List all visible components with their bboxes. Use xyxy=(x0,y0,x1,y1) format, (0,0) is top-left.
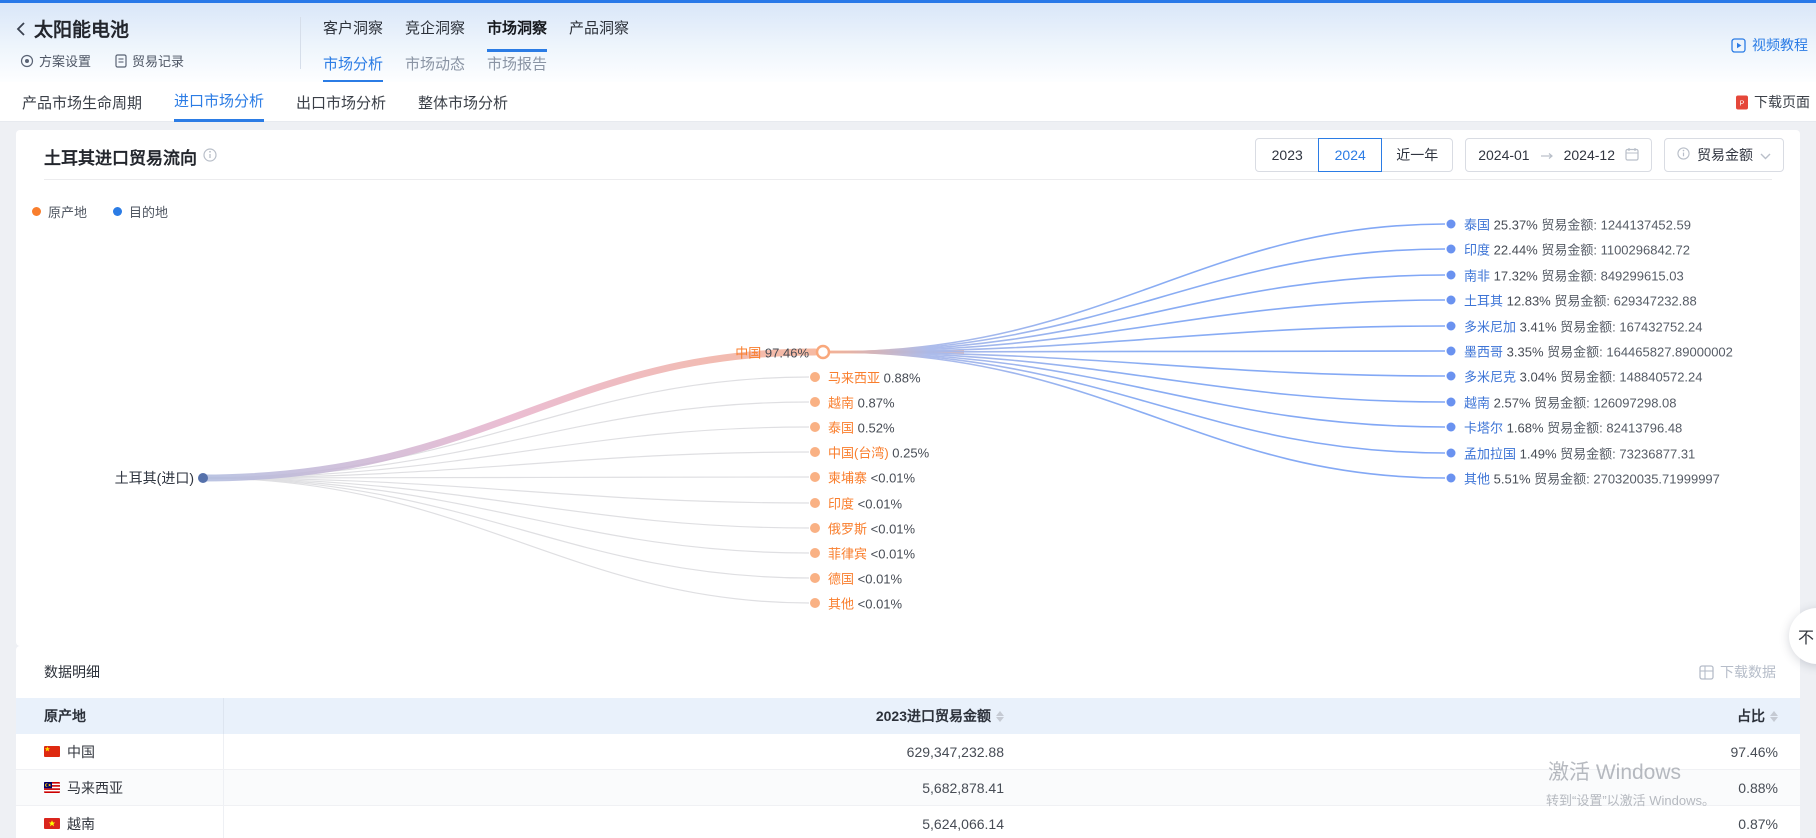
sort-icon[interactable] xyxy=(1770,711,1778,722)
row-country: 中国 xyxy=(67,742,95,762)
row-share: 0.87% xyxy=(1014,806,1800,838)
import-flow-card: 土耳其进口贸易流向 2023 2024 近一年 2024-01 2024-12 … xyxy=(16,130,1800,646)
flow-curves xyxy=(16,130,1800,646)
column-header-origin[interactable]: 原产地 xyxy=(16,698,224,734)
row-amount: 629,347,232.88 xyxy=(224,734,1014,769)
download-data-button[interactable]: 下载数据 xyxy=(1699,662,1776,682)
importer-label[interactable]: 土耳其(进口) xyxy=(115,468,194,488)
page-title: 太阳能电池 xyxy=(34,15,129,42)
destination-label[interactable]: 多米尼克 3.04% 贸易金额: 148840572.24 xyxy=(1464,367,1703,386)
column-header-share[interactable]: 占比 xyxy=(1014,698,1800,734)
origin-label[interactable]: 德国 <0.01% xyxy=(828,569,902,588)
destination-label[interactable]: 孟加拉国 1.49% 贸易金额: 73236877.31 xyxy=(1464,444,1695,463)
china-flow-band[interactable] xyxy=(203,352,815,478)
windows-activation-watermark-sub: 转到“设置”以激活 Windows。 xyxy=(1546,790,1715,809)
tab-product-insight[interactable]: 产品洞察 xyxy=(569,11,629,52)
origin-label[interactable]: 马来西亚 0.88% xyxy=(828,368,921,387)
header-divider xyxy=(300,17,301,69)
origin-nodes xyxy=(810,372,820,608)
sort-icon[interactable] xyxy=(996,711,1004,722)
row-country: 越南 xyxy=(67,814,95,834)
windows-activation-watermark: 激活 Windows xyxy=(1548,756,1681,786)
nav-import-market-analysis[interactable]: 进口市场分析 xyxy=(174,82,264,122)
play-video-icon xyxy=(1731,38,1746,53)
app-header: 太阳能电池 方案设置 贸易记录 客户洞察 竞企洞察 市场洞察 产品洞察 市场分析… xyxy=(0,3,1816,82)
pdf-file-icon: P xyxy=(1735,95,1749,110)
year-2024-button[interactable]: 2024 xyxy=(1318,138,1382,172)
destination-label[interactable]: 越南 2.57% 贸易金额: 126097298.08 xyxy=(1464,393,1677,412)
tab-competitor-insight[interactable]: 竞企洞察 xyxy=(405,11,465,52)
row-amount: 5,682,878.41 xyxy=(224,770,1014,805)
table-row[interactable]: 中国 629,347,232.88 97.46% xyxy=(16,734,1800,770)
importer-node[interactable] xyxy=(198,473,208,483)
origin-label[interactable]: 泰国 0.52% xyxy=(828,418,895,437)
nav-product-lifecycle[interactable]: 产品市场生命周期 xyxy=(22,82,142,122)
row-share: 97.46% xyxy=(1014,734,1800,769)
tab-market-dynamics[interactable]: 市场动态 xyxy=(405,53,465,83)
table-row[interactable]: 越南 5,624,066.14 0.87% xyxy=(16,806,1800,838)
destination-label[interactable]: 其他 5.51% 贸易金额: 270320035.71999997 xyxy=(1464,469,1720,488)
destination-label[interactable]: 南非 17.32% 贸易金额: 849299615.03 xyxy=(1464,266,1684,285)
section-nav: 产品市场生命周期 进口市场分析 出口市场分析 整体市场分析 P 下载页面 xyxy=(0,82,1816,122)
origin-label[interactable]: 印度 <0.01% xyxy=(828,494,902,513)
trade-flow-diagram: 土耳其(进口) 中国 97.46% 马来西亚 0.88% 越南 0.87% 泰国… xyxy=(16,130,1800,646)
column-header-amount[interactable]: 2023进口贸易金额 xyxy=(224,698,1014,734)
flag-malaysia-icon xyxy=(44,782,60,793)
origin-node-china[interactable] xyxy=(817,346,829,358)
flag-china-icon xyxy=(44,746,60,757)
nav-export-market-analysis[interactable]: 出口市场分析 xyxy=(296,82,386,122)
tab-market-insight[interactable]: 市场洞察 xyxy=(487,11,547,52)
origin-label[interactable]: 俄罗斯 <0.01% xyxy=(828,519,915,538)
nav-overall-market-analysis[interactable]: 整体市场分析 xyxy=(418,82,508,122)
tab-customer-insight[interactable]: 客户洞察 xyxy=(323,11,383,52)
trade-records-button[interactable]: 贸易记录 xyxy=(115,51,184,70)
secondary-tabs: 市场分析 市场动态 市场报告 xyxy=(323,53,547,83)
origin-label-china[interactable]: 中国 97.46% xyxy=(735,343,809,362)
table-row[interactable]: 马来西亚 5,682,878.41 0.88% xyxy=(16,770,1800,806)
destination-label[interactable]: 泰国 25.37% 贸易金额: 1244137452.59 xyxy=(1464,215,1691,234)
destination-nodes xyxy=(1447,220,1456,483)
target-icon xyxy=(20,54,34,68)
table-section-title: 数据明细 xyxy=(44,662,100,682)
origin-label[interactable]: 其他 <0.01% xyxy=(828,594,902,613)
video-tutorial-link[interactable]: 视频教程 xyxy=(1731,35,1808,55)
download-page-button[interactable]: P 下载页面 xyxy=(1735,92,1810,112)
table-header-row: 原产地 2023进口贸易金额 占比 xyxy=(16,698,1800,734)
origin-label[interactable]: 中国(台湾) 0.25% xyxy=(828,443,929,462)
data-detail-card: 数据明细 下载数据 原产地 2023进口贸易金额 占比 中 xyxy=(16,646,1800,838)
origin-label[interactable]: 菲律宾 <0.01% xyxy=(828,544,915,563)
origin-label[interactable]: 柬埔寨 <0.01% xyxy=(828,468,915,487)
row-country: 马来西亚 xyxy=(67,778,123,798)
destination-label[interactable]: 多米尼加 3.41% 贸易金额: 167432752.24 xyxy=(1464,317,1703,336)
tab-market-report[interactable]: 市场报告 xyxy=(487,53,547,83)
flag-vietnam-icon xyxy=(44,818,60,829)
document-icon xyxy=(115,54,127,68)
destination-label[interactable]: 印度 22.44% 贸易金额: 1100296842.72 xyxy=(1464,240,1690,259)
scheme-settings-button[interactable]: 方案设置 xyxy=(20,51,91,70)
destination-label[interactable]: 卡塔尔 1.68% 贸易金额: 82413796.48 xyxy=(1464,418,1682,437)
primary-tabs: 客户洞察 竞企洞察 市场洞察 产品洞察 xyxy=(323,11,629,52)
origin-label[interactable]: 越南 0.87% xyxy=(828,393,895,412)
back-icon[interactable] xyxy=(16,21,26,37)
destination-label[interactable]: 墨西哥 3.35% 贸易金额: 164465827.89000002 xyxy=(1464,342,1733,361)
row-amount: 5,624,066.14 xyxy=(224,806,1014,838)
tab-market-analysis[interactable]: 市场分析 xyxy=(323,53,383,83)
svg-text:P: P xyxy=(1740,100,1745,107)
destination-label[interactable]: 土耳其 12.83% 贸易金额: 629347232.88 xyxy=(1464,291,1697,310)
excel-file-icon xyxy=(1699,665,1714,680)
